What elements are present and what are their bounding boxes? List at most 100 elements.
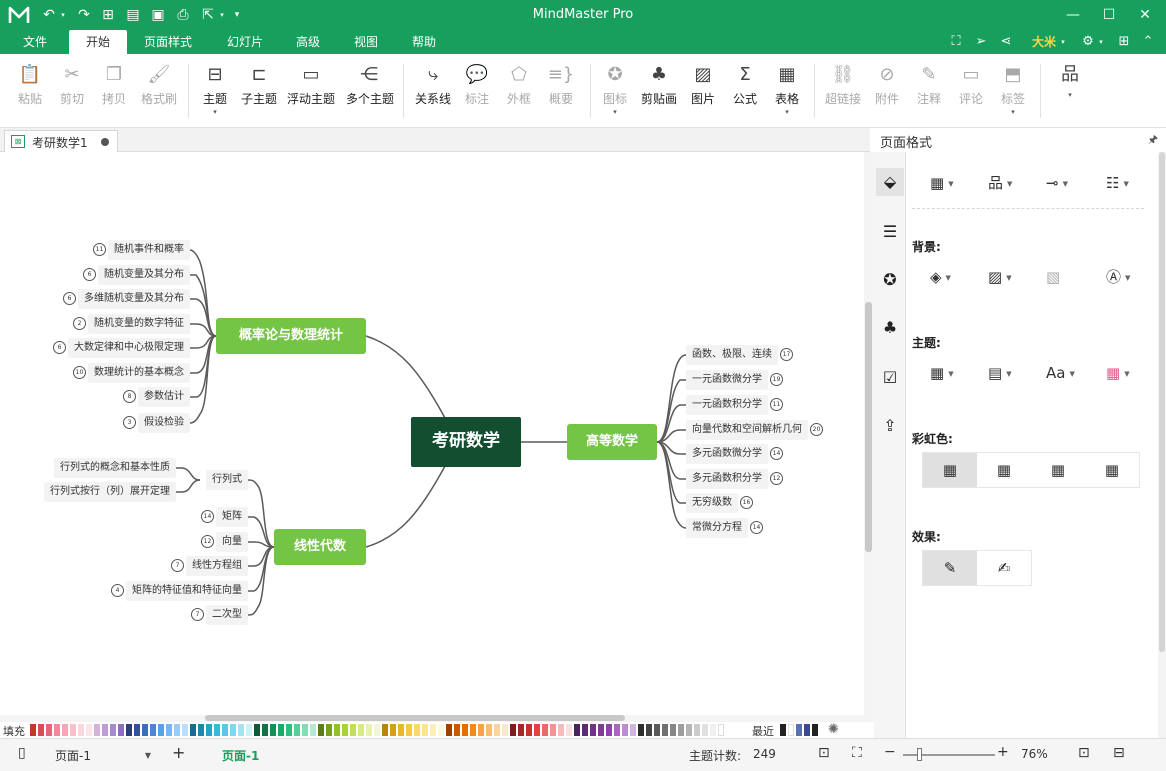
subtopic[interactable]: 无穷级数 16 [686, 493, 755, 513]
zoom-level[interactable]: 76% [1021, 747, 1048, 761]
color-swatch[interactable] [694, 724, 700, 736]
subtopic[interactable]: 4 矩阵的特征值和特征向量 [109, 581, 248, 601]
color-swatch[interactable] [422, 724, 428, 736]
color-swatch[interactable] [86, 724, 92, 736]
structure-icon[interactable]: 品 ▼ [988, 170, 1028, 196]
color-swatch[interactable] [70, 724, 76, 736]
scrollbar-thumb[interactable] [205, 715, 625, 721]
recent-color-swatch[interactable] [788, 724, 794, 736]
numbering-icon[interactable]: ☷ ▼ [1106, 170, 1146, 196]
color-swatch[interactable] [246, 724, 252, 736]
callout-button[interactable]: 💬 标注 [455, 62, 499, 122]
subtopic[interactable]: 行列式 [206, 470, 248, 490]
fill-bucket-icon[interactable]: ◈ ▼ [930, 264, 970, 290]
color-swatch[interactable] [710, 724, 716, 736]
rainbow-option-1[interactable]: ▦ [923, 453, 977, 487]
color-swatch[interactable] [614, 724, 620, 736]
color-swatch[interactable] [462, 724, 468, 736]
subtopic[interactable]: 常微分方程 14 [686, 518, 765, 538]
color-swatch[interactable] [454, 724, 460, 736]
color-swatch[interactable] [222, 724, 228, 736]
color-swatch[interactable] [486, 724, 492, 736]
recent-color-swatch[interactable] [804, 724, 810, 736]
menu-page-style[interactable]: 页面样式 [136, 30, 200, 54]
subtopic[interactable]: 12 向量 [199, 532, 248, 552]
watermark-icon[interactable]: Ⓐ ▼ [1106, 264, 1146, 290]
subtopic[interactable]: 6 多维随机变量及其分布 [61, 289, 190, 309]
color-swatch[interactable] [110, 724, 116, 736]
collapse-ribbon-icon[interactable]: ⌃ [1138, 32, 1158, 52]
export-icon[interactable]: ⇱ [199, 0, 217, 30]
color-swatch[interactable] [254, 724, 260, 736]
format-painter-button[interactable]: 🖌 格式刷 [136, 62, 182, 122]
relationship-button[interactable]: ⤷ 关系线 [411, 62, 455, 122]
color-swatch[interactable] [94, 724, 100, 736]
subtopic[interactable]: 行列式按行（列）展开定理 [44, 482, 176, 502]
formula-button[interactable]: Σ 公式 [723, 62, 767, 122]
color-swatch[interactable] [478, 724, 484, 736]
export-icon[interactable]: ⇪ [876, 412, 904, 440]
color-swatch[interactable] [166, 724, 172, 736]
color-swatch[interactable] [638, 724, 644, 736]
theme-layout-icon[interactable]: ▤ ▼ [988, 360, 1028, 386]
color-swatch[interactable] [38, 724, 44, 736]
color-swatch[interactable] [270, 724, 276, 736]
theme-skin-icon[interactable]: ⚙ [1078, 32, 1098, 52]
apps-icon[interactable]: ⊞ [1114, 32, 1134, 52]
color-swatch[interactable] [374, 724, 380, 736]
recent-color-swatch[interactable] [780, 724, 786, 736]
summary-button[interactable]: ≡} 概要 [539, 62, 583, 122]
user-dropdown-icon[interactable]: ▾ [1058, 32, 1068, 52]
color-swatch[interactable] [262, 724, 268, 736]
hyperlink-button[interactable]: ⛓ 超链接 [821, 62, 865, 122]
color-swatch[interactable] [550, 724, 556, 736]
color-swatch[interactable] [46, 724, 52, 736]
subtopic[interactable]: 6 随机变量及其分布 [81, 265, 190, 285]
color-swatch[interactable] [518, 724, 524, 736]
color-swatch[interactable] [54, 724, 60, 736]
color-swatch[interactable] [446, 724, 452, 736]
color-swatch[interactable] [470, 724, 476, 736]
task-icon[interactable]: ☑ [876, 364, 904, 392]
undo-icon[interactable]: ↶ [40, 0, 58, 30]
customize-quick-access-icon[interactable]: ▾ [230, 0, 244, 30]
panel-scrollbar[interactable] [1158, 152, 1166, 738]
subtopic[interactable]: 多元函数积分学 12 [686, 469, 785, 489]
color-swatch[interactable] [574, 724, 580, 736]
color-swatch[interactable] [126, 724, 132, 736]
subtopic[interactable]: 14 矩阵 [199, 507, 248, 527]
color-swatch[interactable] [134, 724, 140, 736]
color-swatch[interactable] [142, 724, 148, 736]
scrollbar-thumb[interactable] [1159, 152, 1165, 652]
subtopic[interactable]: 行列式的概念和基本性质 [54, 458, 176, 478]
main-topic-linear-algebra[interactable]: 线性代数 [274, 529, 366, 565]
color-swatch[interactable] [238, 724, 244, 736]
new-file-icon[interactable]: ⊞ [99, 0, 117, 30]
color-swatch[interactable] [286, 724, 292, 736]
close-button[interactable]: ✕ [1127, 0, 1163, 30]
subtopic[interactable]: 11 随机事件和概率 [91, 240, 190, 260]
subtopic-button[interactable]: ⊏ 子主题 [237, 62, 281, 122]
color-swatch[interactable] [622, 724, 628, 736]
subtopic[interactable]: 一元函数微分学 19 [686, 370, 785, 390]
cut-button[interactable]: ✂ 剪切 [50, 62, 94, 122]
unsaved-indicator-icon[interactable] [101, 138, 109, 146]
pin-icon[interactable]: 🖈 [1148, 131, 1158, 150]
remove-background-icon[interactable]: ▧ [1046, 264, 1086, 290]
document-tab[interactable]: ⊠ 考研数学1 [4, 130, 118, 152]
fullscreen-icon[interactable]: ⛶ [852, 745, 862, 761]
add-page-icon[interactable]: + [172, 743, 185, 762]
scrollbar-thumb[interactable] [865, 302, 872, 552]
menu-slides[interactable]: 幻灯片 [218, 30, 272, 54]
subtopic[interactable]: 函数、极限、连续 17 [686, 345, 795, 365]
mark-button[interactable]: ✪ 图标 ▾ [593, 62, 637, 122]
color-swatch[interactable] [606, 724, 612, 736]
subtopic[interactable]: 10 数理统计的基本概念 [71, 363, 190, 383]
undo-dropdown-icon[interactable]: ▾ [58, 0, 68, 30]
central-topic[interactable]: 考研数学 [411, 417, 521, 467]
color-swatch[interactable] [62, 724, 68, 736]
outline-icon[interactable]: ☰ [876, 218, 904, 246]
color-swatch[interactable] [366, 724, 372, 736]
rainbow-option-3[interactable]: ▦ [1031, 453, 1085, 487]
main-topic-probability[interactable]: 概率论与数理统计 [216, 318, 366, 354]
